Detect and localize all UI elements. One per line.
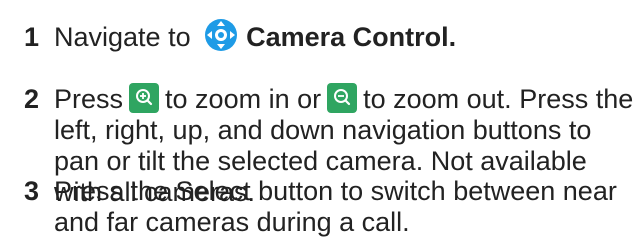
step-number: 2 bbox=[24, 84, 40, 114]
step-text: Navigate to Camera Control. bbox=[54, 18, 634, 53]
zoom-out-icon bbox=[327, 82, 358, 113]
zoom-in-text: to zoom in or bbox=[165, 84, 322, 114]
step-text: Press the Select button to switch betwee… bbox=[54, 176, 617, 237]
step-number: 1 bbox=[24, 22, 40, 52]
camera-control-icon bbox=[204, 18, 238, 52]
step-2-press: Press bbox=[54, 84, 124, 114]
zoom-in-icon bbox=[129, 82, 160, 113]
camera-control-label: Camera Control. bbox=[246, 22, 457, 52]
step-1-prefix: Navigate to bbox=[54, 22, 191, 52]
step-number: 3 bbox=[24, 176, 40, 206]
